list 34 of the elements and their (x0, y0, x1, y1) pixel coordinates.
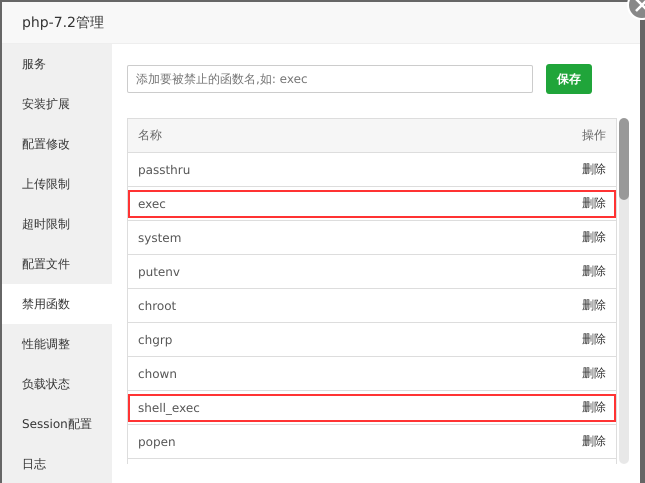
sidebar-item[interactable]: 安装扩展 (2, 84, 112, 124)
sidebar-item[interactable]: 性能调整 (2, 324, 112, 364)
sidebar-item[interactable]: 配置文件 (2, 244, 112, 284)
delete-link[interactable]: 删除 (582, 229, 606, 246)
delete-link[interactable]: 删除 (582, 365, 606, 382)
delete-link[interactable]: 删除 (582, 297, 606, 314)
table-cell: chroot (138, 298, 176, 312)
sidebar-item[interactable]: 负载状态 (2, 364, 112, 404)
delete-link[interactable]: 删除 (582, 433, 606, 450)
column-header: 操作 (582, 127, 606, 144)
sidebar-item[interactable]: 上传限制 (2, 164, 112, 204)
table-cell: system (138, 230, 182, 244)
table-cell: putenv (138, 264, 180, 278)
table-cell: exec (138, 196, 166, 210)
scrollbar[interactable] (619, 118, 629, 464)
delete-link[interactable]: 删除 (582, 195, 606, 212)
delete-link[interactable]: 删除 (582, 331, 606, 348)
sidebar-item[interactable]: 日志 (2, 444, 112, 483)
sidebar-item[interactable]: 服务 (2, 44, 112, 84)
table-cell: chown (138, 366, 177, 380)
table-cell: passthru (138, 162, 190, 176)
table-cell: chgrp (138, 332, 172, 346)
delete-link[interactable]: 删除 (582, 161, 606, 178)
column-header: 名称 (138, 127, 162, 144)
sidebar-item[interactable]: 配置修改 (2, 124, 112, 164)
table-cell: shell_exec (138, 400, 200, 414)
delete-link[interactable]: 删除 (582, 399, 606, 416)
table-cell: popen (138, 434, 176, 448)
sidebar-item[interactable]: Session配置 (2, 404, 112, 444)
window-title: php-7.2管理 (22, 14, 104, 32)
sidebar-item[interactable]: 禁用函数 (2, 284, 112, 324)
function-name-input[interactable]: 添加要被禁止的函数名,如: exec (127, 65, 533, 93)
sidebar-item[interactable]: 超时限制 (2, 204, 112, 244)
delete-link[interactable]: 删除 (582, 263, 606, 280)
